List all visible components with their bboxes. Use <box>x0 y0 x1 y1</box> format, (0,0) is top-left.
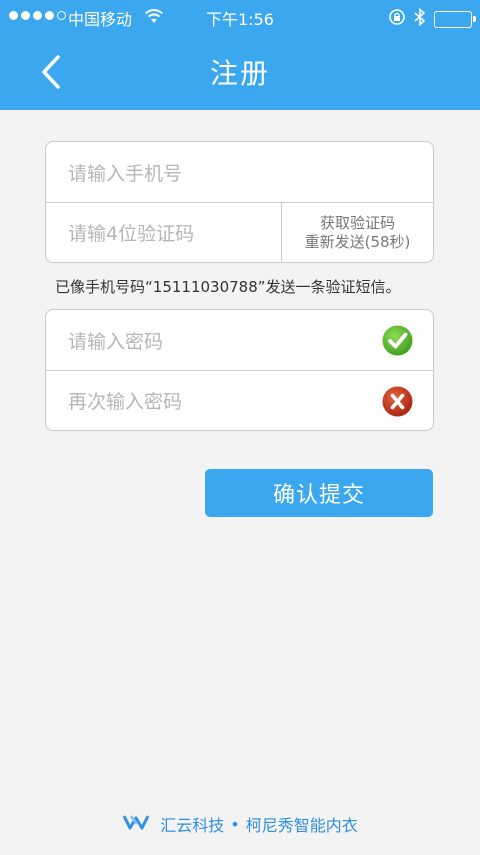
get-code-label: 获取验证码 <box>319 213 395 232</box>
get-code-button[interactable]: 获取验证码 重新发送(58秒) <box>281 203 433 262</box>
footer-brand: 汇云科技 • 柯尼秀智能内衣 <box>0 812 480 836</box>
brand-name: 柯尼秀智能内衣 <box>245 816 358 835</box>
page-title: 注册 <box>209 57 270 90</box>
status-bar: 中国移动 下午1:56 <box>0 0 480 34</box>
battery-icon <box>434 10 476 28</box>
code-placeholder: 请输4位验证码 <box>68 223 195 245</box>
password-placeholder: 请输入密码 <box>68 330 164 353</box>
resend-countdown: 重新发送(58秒) <box>304 232 411 251</box>
footer-separator: • <box>230 814 240 834</box>
company-name: 汇云科技 <box>160 816 225 835</box>
app-header: 中国移动 下午1:56 注册 <box>0 0 480 110</box>
check-icon <box>382 325 413 356</box>
password-card: 请输入密码 再次输入密码 <box>45 309 434 431</box>
company-logo-icon <box>122 813 154 835</box>
confirm-password-placeholder: 再次输入密码 <box>68 391 183 413</box>
bluetooth-icon <box>414 7 426 30</box>
phone-input[interactable]: 请输入手机号 <box>46 142 433 202</box>
phone-code-card: 请输入手机号 请输4位验证码 获取验证码 重新发送(58秒) <box>45 141 434 263</box>
sms-sent-notice: 已像手机号码“15111030788”发送一条验证短信。 <box>55 278 401 296</box>
submit-button[interactable]: 确认提交 <box>205 469 433 517</box>
confirm-password-input[interactable]: 再次输入密码 <box>46 370 433 430</box>
code-input[interactable]: 请输4位验证码 获取验证码 重新发送(58秒) <box>46 202 433 262</box>
error-x-icon <box>382 386 413 417</box>
rotation-lock-icon <box>388 8 406 30</box>
password-input[interactable]: 请输入密码 <box>46 310 433 370</box>
phone-placeholder: 请输入手机号 <box>68 162 183 185</box>
